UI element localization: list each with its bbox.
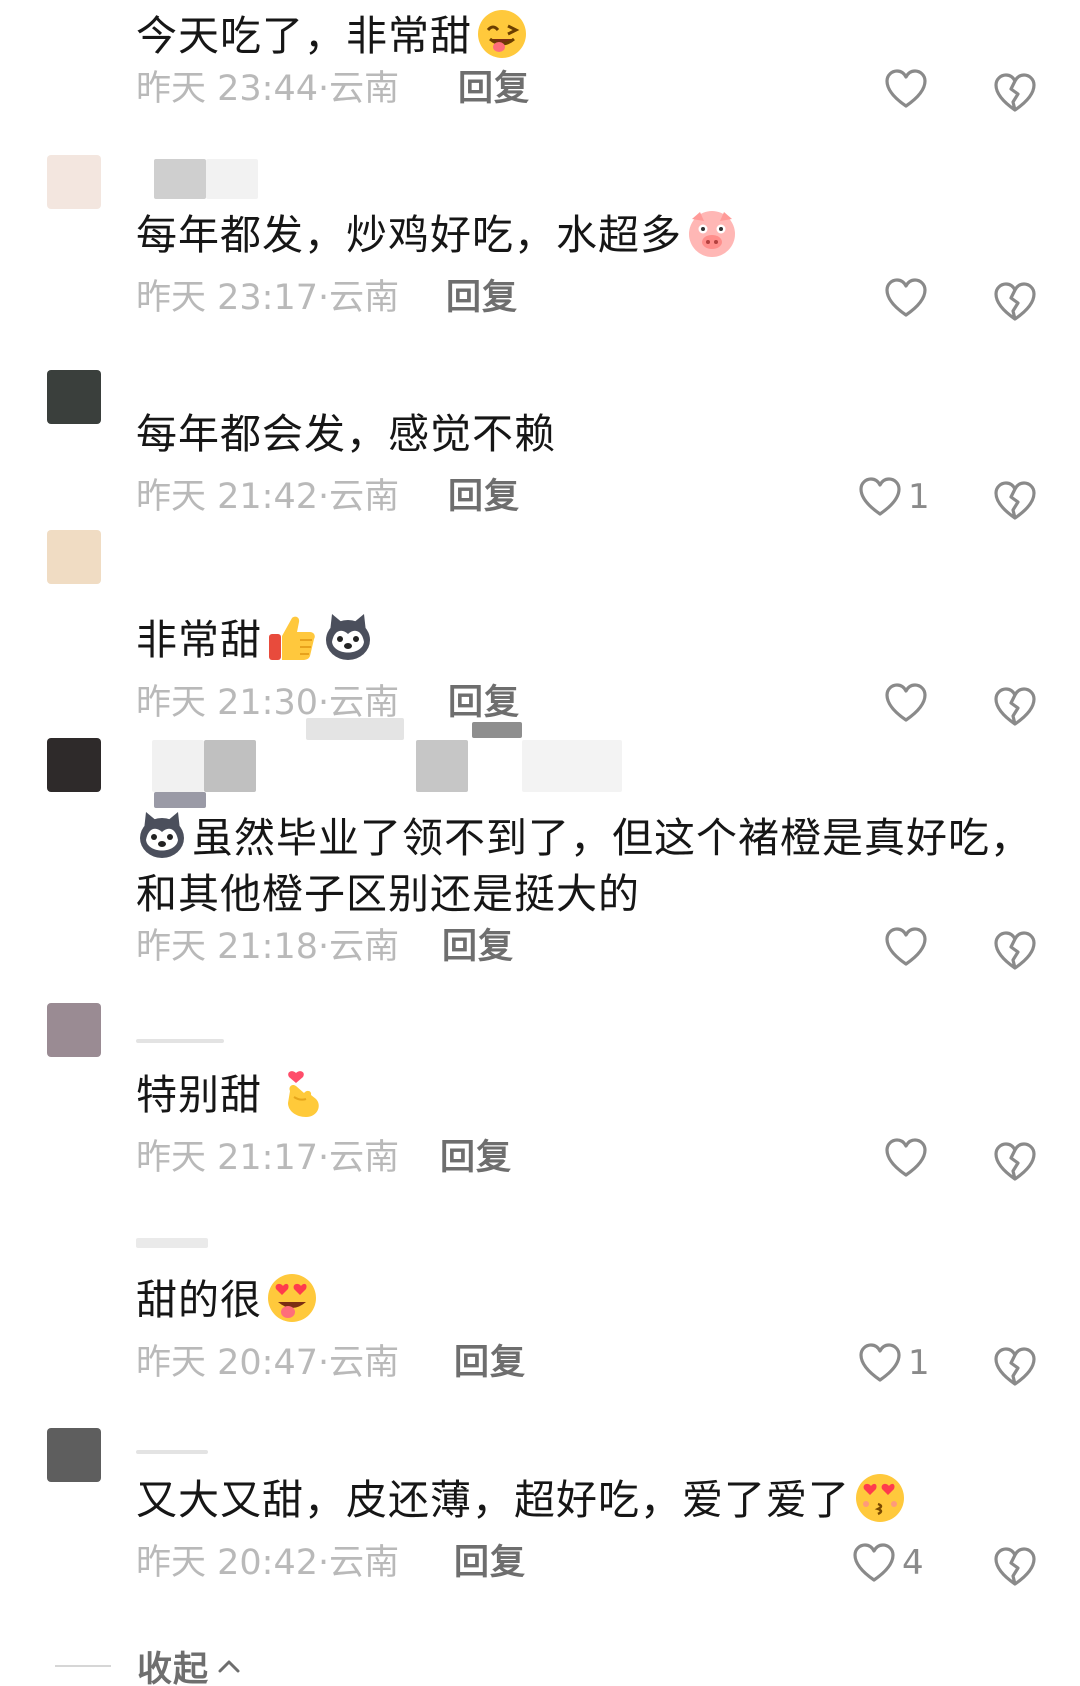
reply-button[interactable]: 回复 — [448, 678, 520, 728]
kiss-heart-eyes-emoji-icon — [856, 1474, 904, 1522]
husky-emoji-icon — [140, 812, 184, 858]
avatar[interactable] — [47, 1428, 101, 1482]
collapse-divider — [55, 1665, 111, 1667]
comment-body: 今天吃了，非常甜 — [136, 12, 472, 60]
heart-outline-icon — [853, 1543, 895, 1582]
comment-text: 每年都会发，感觉不赖 — [136, 406, 1036, 462]
like-count: 4 — [902, 1543, 924, 1583]
avatar[interactable] — [47, 530, 101, 584]
reply-button[interactable]: 回复 — [454, 1538, 526, 1588]
thumbs-up-emoji-icon — [269, 616, 315, 660]
like-count: 1 — [908, 1343, 930, 1383]
comment-location: 云南 — [329, 1343, 400, 1383]
heart-outline-icon — [885, 1138, 927, 1177]
comment-time: 昨天 21:17 — [136, 1138, 318, 1178]
comment-meta: 昨天 21:18·云南 — [136, 927, 400, 967]
comment-body: 每年都会发，感觉不赖 — [136, 410, 556, 458]
comment-meta: 昨天 20:42·云南 — [136, 1543, 400, 1583]
wink-tongue-emoji-icon — [478, 10, 526, 58]
broken-heart-icon[interactable] — [993, 281, 1037, 323]
comment-text: 虽然毕业了领不到了，但这个褚橙是真好吃， 和其他橙子区别还是挺大的 — [136, 810, 1036, 922]
heart-outline-icon — [885, 69, 927, 108]
comment-text: 特别甜 — [136, 1067, 1036, 1123]
reply-button[interactable]: 回复 — [446, 273, 518, 323]
comment-time: 昨天 20:42 — [136, 1543, 318, 1583]
like-button[interactable]: 1 — [858, 1338, 930, 1388]
like-button[interactable] — [884, 1133, 934, 1183]
like-button[interactable] — [884, 922, 934, 972]
finger-heart-emoji-icon — [288, 1071, 319, 1117]
comment-location: 云南 — [329, 477, 400, 517]
comment-location: 云南 — [329, 927, 400, 967]
comment-time: 昨天 20:47 — [136, 1343, 318, 1383]
comment-location: 云南 — [329, 69, 400, 109]
like-button[interactable]: 4 — [852, 1538, 924, 1588]
broken-heart-icon[interactable] — [993, 1546, 1037, 1588]
comment-location: 云南 — [329, 1138, 400, 1178]
broken-heart-icon[interactable] — [993, 1346, 1037, 1388]
comment-meta: 昨天 23:44·云南 — [136, 69, 400, 109]
comment-body: 又大又甜，皮还薄，超好吃，爱了爱了 — [136, 1476, 850, 1524]
comment-text: 今天吃了，非常甜 — [136, 8, 1036, 64]
like-button[interactable] — [884, 64, 934, 114]
chevron-up-icon — [218, 1660, 240, 1673]
broken-heart-icon[interactable] — [993, 1141, 1037, 1183]
comment-location: 云南 — [329, 278, 400, 318]
reply-button[interactable]: 回复 — [458, 64, 530, 114]
reply-button[interactable]: 回复 — [448, 472, 520, 522]
pig-emoji-icon — [689, 211, 735, 257]
comment-list: 今天吃了，非常甜 昨天 23:44·云南 回复 每年都发，炒鸡好吃，水超多 昨天… — [0, 0, 1080, 1686]
comment-text: 每年都发，炒鸡好吃，水超多 — [136, 207, 1036, 263]
husky-emoji-icon — [326, 614, 370, 660]
comment-meta: 昨天 21:42·云南 — [136, 477, 400, 517]
comment-body: 甜的很 — [136, 1276, 262, 1324]
comment-time: 昨天 21:18 — [136, 927, 318, 967]
collapse-replies-button[interactable]: 收起 — [55, 1640, 241, 1686]
broken-heart-icon[interactable] — [993, 930, 1037, 972]
heart-eyes-tongue-emoji-icon — [268, 1274, 316, 1322]
heart-outline-icon — [885, 278, 927, 317]
comment-meta: 昨天 20:47·云南 — [136, 1343, 400, 1383]
collapse-label: 收起 — [137, 1649, 210, 1686]
comment-location: 云南 — [329, 1543, 400, 1583]
avatar[interactable] — [47, 1003, 101, 1057]
comment-body: 每年都发，炒鸡好吃，水超多 — [136, 211, 682, 259]
reply-button[interactable]: 回复 — [454, 1338, 526, 1388]
like-button[interactable]: 1 — [858, 472, 930, 522]
comment-time: 昨天 23:17 — [136, 278, 318, 318]
heart-outline-icon — [885, 927, 927, 966]
comment-body: 特别甜 — [136, 1071, 262, 1119]
comment-meta: 昨天 21:17·云南 — [136, 1138, 400, 1178]
broken-heart-icon[interactable] — [993, 480, 1037, 522]
comment-body-line1: 虽然毕业了领不到了，但这个褚橙是真好吃， — [192, 814, 1032, 862]
reply-button[interactable]: 回复 — [440, 1133, 512, 1183]
like-button[interactable] — [884, 678, 934, 728]
heart-outline-icon — [859, 1343, 901, 1382]
comment-body-line2: 和其他橙子区别还是挺大的 — [136, 870, 640, 918]
reply-button[interactable]: 回复 — [442, 922, 514, 972]
like-count: 1 — [908, 477, 930, 517]
like-button[interactable] — [884, 273, 934, 323]
heart-outline-icon — [885, 683, 927, 722]
comment-text: 非常甜 — [136, 612, 1036, 668]
avatar[interactable] — [47, 155, 101, 209]
comment-meta: 昨天 23:17·云南 — [136, 278, 400, 318]
comment-body: 非常甜 — [136, 616, 262, 664]
comment-time: 昨天 23:44 — [136, 69, 318, 109]
avatar[interactable] — [47, 370, 101, 424]
avatar[interactable] — [47, 738, 101, 792]
comment-text: 又大又甜，皮还薄，超好吃，爱了爱了 — [136, 1472, 1036, 1528]
comment-time: 昨天 21:30 — [136, 683, 318, 723]
comment-text: 甜的很 — [136, 1272, 1036, 1328]
comment-time: 昨天 21:42 — [136, 477, 318, 517]
heart-outline-icon — [859, 477, 901, 516]
broken-heart-icon[interactable] — [993, 686, 1037, 728]
broken-heart-icon[interactable] — [993, 72, 1037, 114]
comment-location: 云南 — [329, 683, 400, 723]
